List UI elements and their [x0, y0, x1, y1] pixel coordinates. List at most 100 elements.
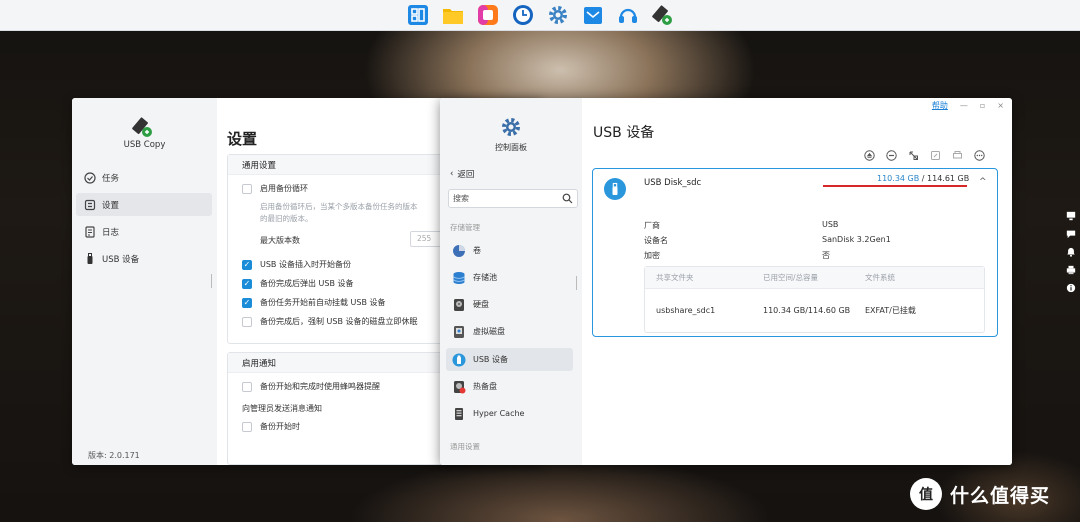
used-capacity: 110.34 GB — [877, 174, 920, 183]
enable-cycle-description: 启用备份循环后，当某个多版本备份任务的版本 — [260, 202, 418, 211]
table-row[interactable]: usbshare_sdc1 110.34 GB/114.60 GB EXFAT/… — [645, 289, 984, 331]
column-header-capacity: 已用空间/总容量 — [763, 273, 819, 282]
auto-start-option[interactable]: ✓ USB 设备插入时开始备份 — [242, 259, 351, 270]
shared-folder-table: 共享文件夹 已用空间/总容量 文件系统 usbshare_sdc1 110.34… — [644, 266, 985, 333]
eject-option[interactable]: ✓ 备份完成后弹出 USB 设备 — [242, 278, 354, 289]
share-icon[interactable] — [930, 150, 941, 161]
usb-device-card[interactable]: USB Disk_sdc 110.34 GB / 114.61 GB ^ 厂商 … — [592, 168, 998, 337]
storage-section-label: 存储管理 — [450, 223, 480, 232]
red-annotation-underline — [823, 185, 967, 187]
mail-icon[interactable] — [582, 4, 604, 26]
back-label: 返回 — [457, 170, 475, 180]
print-icon[interactable] — [952, 150, 963, 161]
nav-item-label: 虚拟磁盘 — [473, 327, 505, 336]
control-panel-app-icon — [500, 116, 522, 138]
nav-item-tasks[interactable]: 任务 — [76, 166, 212, 189]
backup-start-checkbox[interactable] — [242, 421, 252, 432]
column-header-share: 共享文件夹 — [656, 273, 694, 282]
capacity-separator: / — [919, 174, 928, 183]
task-icon — [84, 171, 96, 184]
usb-device-panel: 帮助 — ▫ × USB 设备 USB Disk_sdc 110.34 GB /… — [582, 98, 1012, 465]
encryption-label: 加密 — [644, 251, 660, 260]
close-icon[interactable]: × — [997, 101, 1004, 110]
max-versions-label: 最大版本数 — [260, 236, 300, 245]
nav-item-storage-pool[interactable]: 存储池 — [446, 266, 573, 289]
headset-icon[interactable] — [617, 4, 639, 26]
vendor-label: 厂商 — [644, 221, 660, 230]
control-panel-sidebar: 控制面板 ‹ 返回 搜索 存储管理 卷 存储池 硬盘 虚拟磁盘 USB 设备 热… — [440, 98, 582, 465]
nav-item-settings[interactable]: 设置 — [76, 193, 212, 216]
chat-icon[interactable] — [1065, 228, 1077, 240]
eject-checkbox[interactable]: ✓ — [242, 278, 252, 289]
maximize-icon[interactable]: ▫ — [980, 101, 985, 110]
general-section-label: 通用设置 — [450, 442, 480, 451]
usb-copy-icon[interactable] — [651, 4, 674, 26]
monitor-icon[interactable] — [1065, 210, 1077, 222]
usb-copy-sidebar: USB Copy 任务 设置 日志 USB 设备 版本: 2.0.171 — [72, 98, 217, 465]
chevron-up-icon[interactable]: ^ — [979, 177, 987, 187]
nav-item-volume[interactable]: 卷 — [446, 239, 573, 262]
info-icon[interactable] — [1065, 282, 1077, 294]
nav-item-label: 热备盘 — [473, 382, 497, 391]
force-sleep-option[interactable]: 备份完成后，强制 USB 设备的磁盘立即休眠 — [242, 316, 418, 327]
auto-mount-option[interactable]: ✓ 备份任务开始前自动挂载 USB 设备 — [242, 297, 386, 308]
device-name: USB Disk_sdc — [644, 178, 702, 188]
enable-cycle-checkbox[interactable] — [242, 183, 252, 194]
usb-copy-app-name: USB Copy — [123, 140, 166, 150]
nav-item-hard-disk[interactable]: 硬盘 — [446, 293, 573, 316]
nav-item-usb-devices[interactable]: USB 设备 — [76, 247, 212, 270]
printer-icon[interactable] — [1065, 264, 1077, 276]
bell-icon[interactable] — [1065, 246, 1077, 258]
nav-item-virtual-disk[interactable]: 虚拟磁盘 — [446, 320, 573, 343]
nav-item-logs[interactable]: 日志 — [76, 220, 212, 243]
top-dock — [0, 0, 1080, 31]
nav-item-label: 任务 — [102, 173, 120, 184]
chevron-left-icon: ‹ — [450, 169, 454, 179]
enable-cycle-label: 启用备份循环 — [260, 184, 308, 193]
nav-item-label: USB 设备 — [473, 355, 508, 364]
back-button[interactable]: ‹ 返回 — [450, 168, 474, 180]
more-icon[interactable] — [974, 150, 985, 161]
eject-label: 备份完成后弹出 USB 设备 — [260, 279, 354, 288]
folder-icon[interactable] — [442, 4, 464, 26]
nav-item-label: 设置 — [102, 200, 120, 211]
format-icon[interactable] — [908, 150, 919, 161]
search-icon[interactable] — [562, 193, 573, 204]
help-link[interactable]: 帮助 — [932, 100, 948, 111]
search-placeholder: 搜索 — [453, 194, 469, 203]
auto-start-checkbox[interactable]: ✓ — [242, 259, 252, 270]
clock-icon[interactable] — [512, 4, 534, 26]
sidebar-resize-grip[interactable] — [576, 276, 578, 290]
page-title: USB 设备 — [593, 125, 655, 141]
device-model-label: 设备名 — [644, 236, 668, 245]
beep-option[interactable]: 备份开始和完成时使用蜂鸣器提醒 — [242, 381, 380, 392]
filesystem-cell: EXFAT/已挂载 — [865, 305, 916, 315]
photo-app-icon[interactable] — [477, 4, 499, 26]
eject-icon[interactable] — [864, 150, 875, 161]
window-manager-icon[interactable] — [407, 4, 429, 26]
hard-disk-icon — [452, 298, 466, 312]
sidebar-resize-grip[interactable] — [211, 274, 213, 288]
column-header-filesystem: 文件系统 — [865, 273, 895, 282]
auto-start-label: USB 设备插入时开始备份 — [260, 260, 351, 269]
unmount-icon[interactable] — [886, 150, 897, 161]
share-name-cell: usbshare_sdc1 — [656, 305, 716, 315]
nav-item-hot-spare[interactable]: 热备盘 — [446, 375, 573, 398]
watermark: 值 什么值得买 — [910, 478, 1050, 510]
nav-item-hyper-cache[interactable]: Hyper Cache — [446, 402, 573, 425]
enable-cycle-option[interactable]: 启用备份循环 — [242, 183, 308, 194]
usb-drive-icon — [604, 178, 626, 200]
auto-mount-label: 备份任务开始前自动挂载 USB 设备 — [260, 298, 386, 307]
beep-checkbox[interactable] — [242, 381, 252, 392]
minimize-icon[interactable]: — — [960, 101, 968, 110]
auto-mount-checkbox[interactable]: ✓ — [242, 297, 252, 308]
nav-item-usb-device[interactable]: USB 设备 — [446, 348, 573, 371]
search-input[interactable]: 搜索 — [448, 189, 578, 208]
enable-cycle-description-2: 的最旧的版本。 — [260, 214, 313, 223]
settings-gear-icon[interactable] — [547, 4, 569, 26]
force-sleep-checkbox[interactable] — [242, 316, 252, 327]
control-panel-app-name: 控制面板 — [495, 143, 527, 152]
total-capacity: 114.61 GB — [927, 174, 970, 183]
page-title: 设置 — [227, 130, 258, 148]
backup-start-option[interactable]: 备份开始时 — [242, 421, 300, 432]
